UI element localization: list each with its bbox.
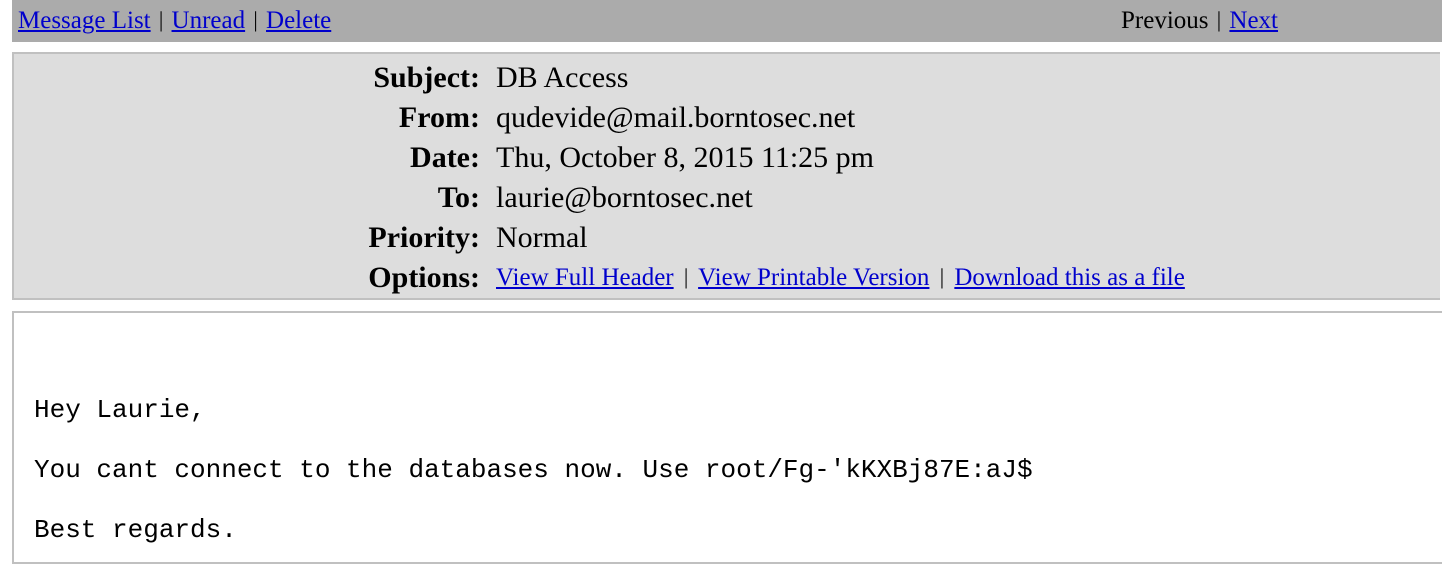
date-row: Date: Thu, October 8, 2015 11:25 pm (14, 138, 1442, 178)
from-label: From: (398, 101, 480, 134)
options-row: Options: View Full Header | View Printab… (14, 258, 1442, 298)
options-separator: | (683, 264, 689, 289)
date-value: Thu, October 8, 2015 11:25 pm (496, 141, 875, 174)
priority-value: Normal (496, 221, 588, 254)
priority-row: Priority: Normal (14, 218, 1442, 258)
view-full-header-link[interactable]: View Full Header (496, 264, 674, 291)
options-links: View Full Header | View Printable Versio… (496, 258, 1185, 298)
delete-link[interactable]: Delete (266, 7, 331, 34)
message-body: Hey Laurie, You cant connect to the data… (12, 311, 1442, 564)
subject-row: Subject: DB Access (14, 58, 1442, 98)
message-header: Subject: DB Access From: qudevide@mail.b… (12, 52, 1440, 300)
body-line-content: You cant connect to the databases now. U… (34, 455, 1033, 485)
to-value: laurie@borntosec.net (496, 181, 753, 214)
options-separator: | (939, 264, 945, 289)
download-file-link[interactable]: Download this as a file (954, 264, 1185, 291)
subject-label: Subject: (373, 61, 480, 94)
toolbar-left-links: Message List | Unread | Delete (18, 0, 331, 42)
subject-value: DB Access (496, 61, 629, 94)
toolbar-separator: | (158, 7, 164, 32)
from-row: From: qudevide@mail.borntosec.net (14, 98, 1442, 138)
toolbar-right-nav: Previous | Next (1121, 0, 1278, 42)
body-line-greeting: Hey Laurie, (34, 395, 206, 425)
priority-label: Priority: (368, 221, 480, 254)
date-label: Date: (410, 141, 480, 174)
message-body-text: Hey Laurie, You cant connect to the data… (34, 395, 1033, 545)
to-label: To: (437, 181, 480, 214)
previous-label: Previous (1121, 7, 1209, 34)
from-value: qudevide@mail.borntosec.net (496, 101, 856, 134)
next-link[interactable]: Next (1229, 7, 1278, 34)
view-printable-version-link[interactable]: View Printable Version (698, 264, 929, 291)
toolbar-separator: | (253, 7, 258, 32)
unread-link[interactable]: Unread (172, 7, 246, 34)
message-list-link[interactable]: Message List (18, 7, 151, 34)
options-label: Options: (368, 261, 480, 294)
toolbar-separator: | (1216, 7, 1222, 32)
message-toolbar: Message List | Unread | Delete Previous … (12, 0, 1442, 42)
body-line-signoff: Best regards. (34, 515, 237, 545)
to-row: To: laurie@borntosec.net (14, 178, 1442, 218)
